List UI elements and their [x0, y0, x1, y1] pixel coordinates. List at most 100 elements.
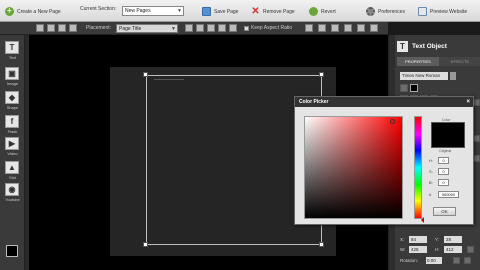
- panel-header: T Text Object: [397, 41, 447, 52]
- panel-mini-button-3[interactable]: [473, 155, 480, 162]
- current-section-select[interactable]: New Pages ▼: [122, 6, 184, 16]
- youtube-tool[interactable]: ◉ Youtube: [5, 183, 20, 202]
- remove-page-button[interactable]: ✕ Remove Page: [251, 6, 295, 17]
- tool-label: Image: [6, 81, 19, 86]
- y-field[interactable]: 28: [444, 236, 462, 243]
- saturation-field[interactable]: 0: [438, 168, 449, 175]
- format-row: [400, 84, 418, 92]
- text-cursor-line: [154, 79, 184, 80]
- arrange-forward-button[interactable]: [196, 24, 204, 32]
- font-select[interactable]: Times New Roman: [400, 72, 448, 80]
- font-dropdown-button[interactable]: [450, 72, 456, 80]
- toolbar-button-3[interactable]: [331, 24, 339, 32]
- flash-tool[interactable]: f Flash: [5, 115, 20, 134]
- slot-tool-icon: ▲: [5, 161, 19, 174]
- revert-button[interactable]: Revert: [309, 6, 336, 17]
- y-label: Y:: [435, 237, 440, 242]
- image-tool-icon: ▣: [5, 67, 19, 80]
- rotate-cw-button[interactable]: [464, 257, 471, 264]
- align-right-button[interactable]: [58, 24, 66, 32]
- keep-aspect-label: Keep Aspect Ratio: [251, 25, 293, 31]
- toolbar-button-2[interactable]: [318, 24, 326, 32]
- text-color-button[interactable]: [410, 84, 418, 92]
- tool-label: Youtube: [5, 197, 20, 202]
- shape-tool-icon: ◆: [5, 91, 19, 104]
- toolbar-button-5[interactable]: [357, 24, 365, 32]
- save-page-label: Save Page: [214, 8, 239, 15]
- preferences-button[interactable]: Preferences: [366, 6, 405, 17]
- resize-handle-bottom-left[interactable]: [143, 242, 148, 247]
- remove-icon: ✕: [251, 6, 260, 17]
- rotate-ccw-button[interactable]: [453, 257, 460, 264]
- color-preview-swatch: [431, 122, 465, 148]
- revert-icon: [309, 7, 318, 16]
- toolbar-button-1[interactable]: [305, 24, 313, 32]
- text-tool-icon: T: [5, 41, 19, 54]
- w-label: W:: [400, 247, 406, 252]
- bold-button[interactable]: [400, 84, 408, 92]
- color-cursor[interactable]: [390, 119, 395, 124]
- rotation-field[interactable]: 0.00: [426, 257, 442, 264]
- h-field[interactable]: 412: [444, 246, 462, 253]
- video-tool[interactable]: ▶ Video: [5, 137, 20, 156]
- save-page-button[interactable]: Save Page: [202, 6, 238, 17]
- align-center-button[interactable]: [47, 24, 55, 32]
- revert-label: Revert: [321, 8, 336, 15]
- tab-effects[interactable]: EFFECTS: [439, 57, 480, 66]
- keep-aspect-checkbox[interactable]: Keep Aspect Ratio: [244, 25, 292, 31]
- ok-button[interactable]: OK: [433, 207, 456, 216]
- resize-handle-top-right[interactable]: [319, 72, 324, 77]
- tab-properties[interactable]: PROPERTIES: [397, 57, 439, 66]
- arrange-front-button[interactable]: [185, 24, 193, 32]
- color-picker-dialog: Color Picker × Color Original H: 0 S: 0 …: [294, 96, 474, 225]
- lock-button[interactable]: [229, 24, 237, 32]
- color-swatch[interactable]: [6, 245, 18, 257]
- gear-icon: [366, 7, 375, 16]
- toolbar-button-4[interactable]: [344, 24, 352, 32]
- arrange-back-button[interactable]: [218, 24, 226, 32]
- text-tool[interactable]: T Text: [5, 41, 20, 60]
- arrange-backward-button[interactable]: [207, 24, 215, 32]
- lock-aspect-button[interactable]: [467, 246, 474, 253]
- object-toolbar: Placement: Page Title ▼ Keep Aspect Rati…: [0, 22, 388, 35]
- flash-tool-icon: f: [5, 115, 19, 128]
- preview-icon: [418, 7, 427, 16]
- hue-field-row: H: 0: [429, 157, 449, 164]
- align-justify-button[interactable]: [69, 24, 77, 32]
- color-picker-titlebar[interactable]: Color Picker ×: [295, 97, 473, 107]
- create-page-button[interactable]: Create a New Page: [5, 6, 61, 17]
- brightness-field-label: B:: [429, 180, 433, 185]
- brightness-field-row: B: 0: [429, 179, 449, 186]
- preview-website-button[interactable]: Preview Website: [418, 6, 467, 17]
- hue-marker-icon[interactable]: [421, 217, 424, 223]
- panel-mini-button-2[interactable]: [473, 135, 480, 142]
- chevron-down-icon: ▼: [177, 8, 182, 14]
- current-section-label: Current Section:: [80, 6, 117, 12]
- shape-tool[interactable]: ◆ Shape: [5, 91, 20, 110]
- align-left-button[interactable]: [36, 24, 44, 32]
- remove-page-label: Remove Page: [263, 8, 295, 15]
- slot-tool[interactable]: ▲ Slot: [5, 161, 20, 180]
- hue-field[interactable]: 0: [438, 157, 449, 164]
- close-icon[interactable]: ×: [466, 97, 470, 107]
- x-label: X:: [400, 237, 405, 242]
- tool-label: Text: [8, 55, 17, 60]
- panel-mini-button-1[interactable]: [473, 99, 480, 106]
- x-field[interactable]: 84: [409, 236, 427, 243]
- hex-field[interactable]: 000000: [438, 191, 459, 198]
- w-field[interactable]: 425: [409, 246, 427, 253]
- image-tool[interactable]: ▣ Image: [5, 67, 20, 86]
- placement-select[interactable]: Page Title ▼: [116, 24, 178, 33]
- placement-label: Placement:: [86, 25, 112, 31]
- tool-label: Flash: [7, 129, 18, 134]
- checkbox-icon: [244, 25, 249, 31]
- saturation-field-row: S: 0: [429, 168, 449, 175]
- color-picker-title: Color Picker: [299, 99, 329, 105]
- brightness-field[interactable]: 0: [438, 179, 449, 186]
- hue-slider[interactable]: [414, 116, 422, 219]
- resize-handle-bottom-right[interactable]: [319, 242, 324, 247]
- toolbar-button-6[interactable]: [370, 24, 378, 32]
- h-label: H:: [435, 247, 440, 252]
- saturation-brightness-area[interactable]: [304, 116, 403, 219]
- resize-handle-top-left[interactable]: [143, 72, 148, 77]
